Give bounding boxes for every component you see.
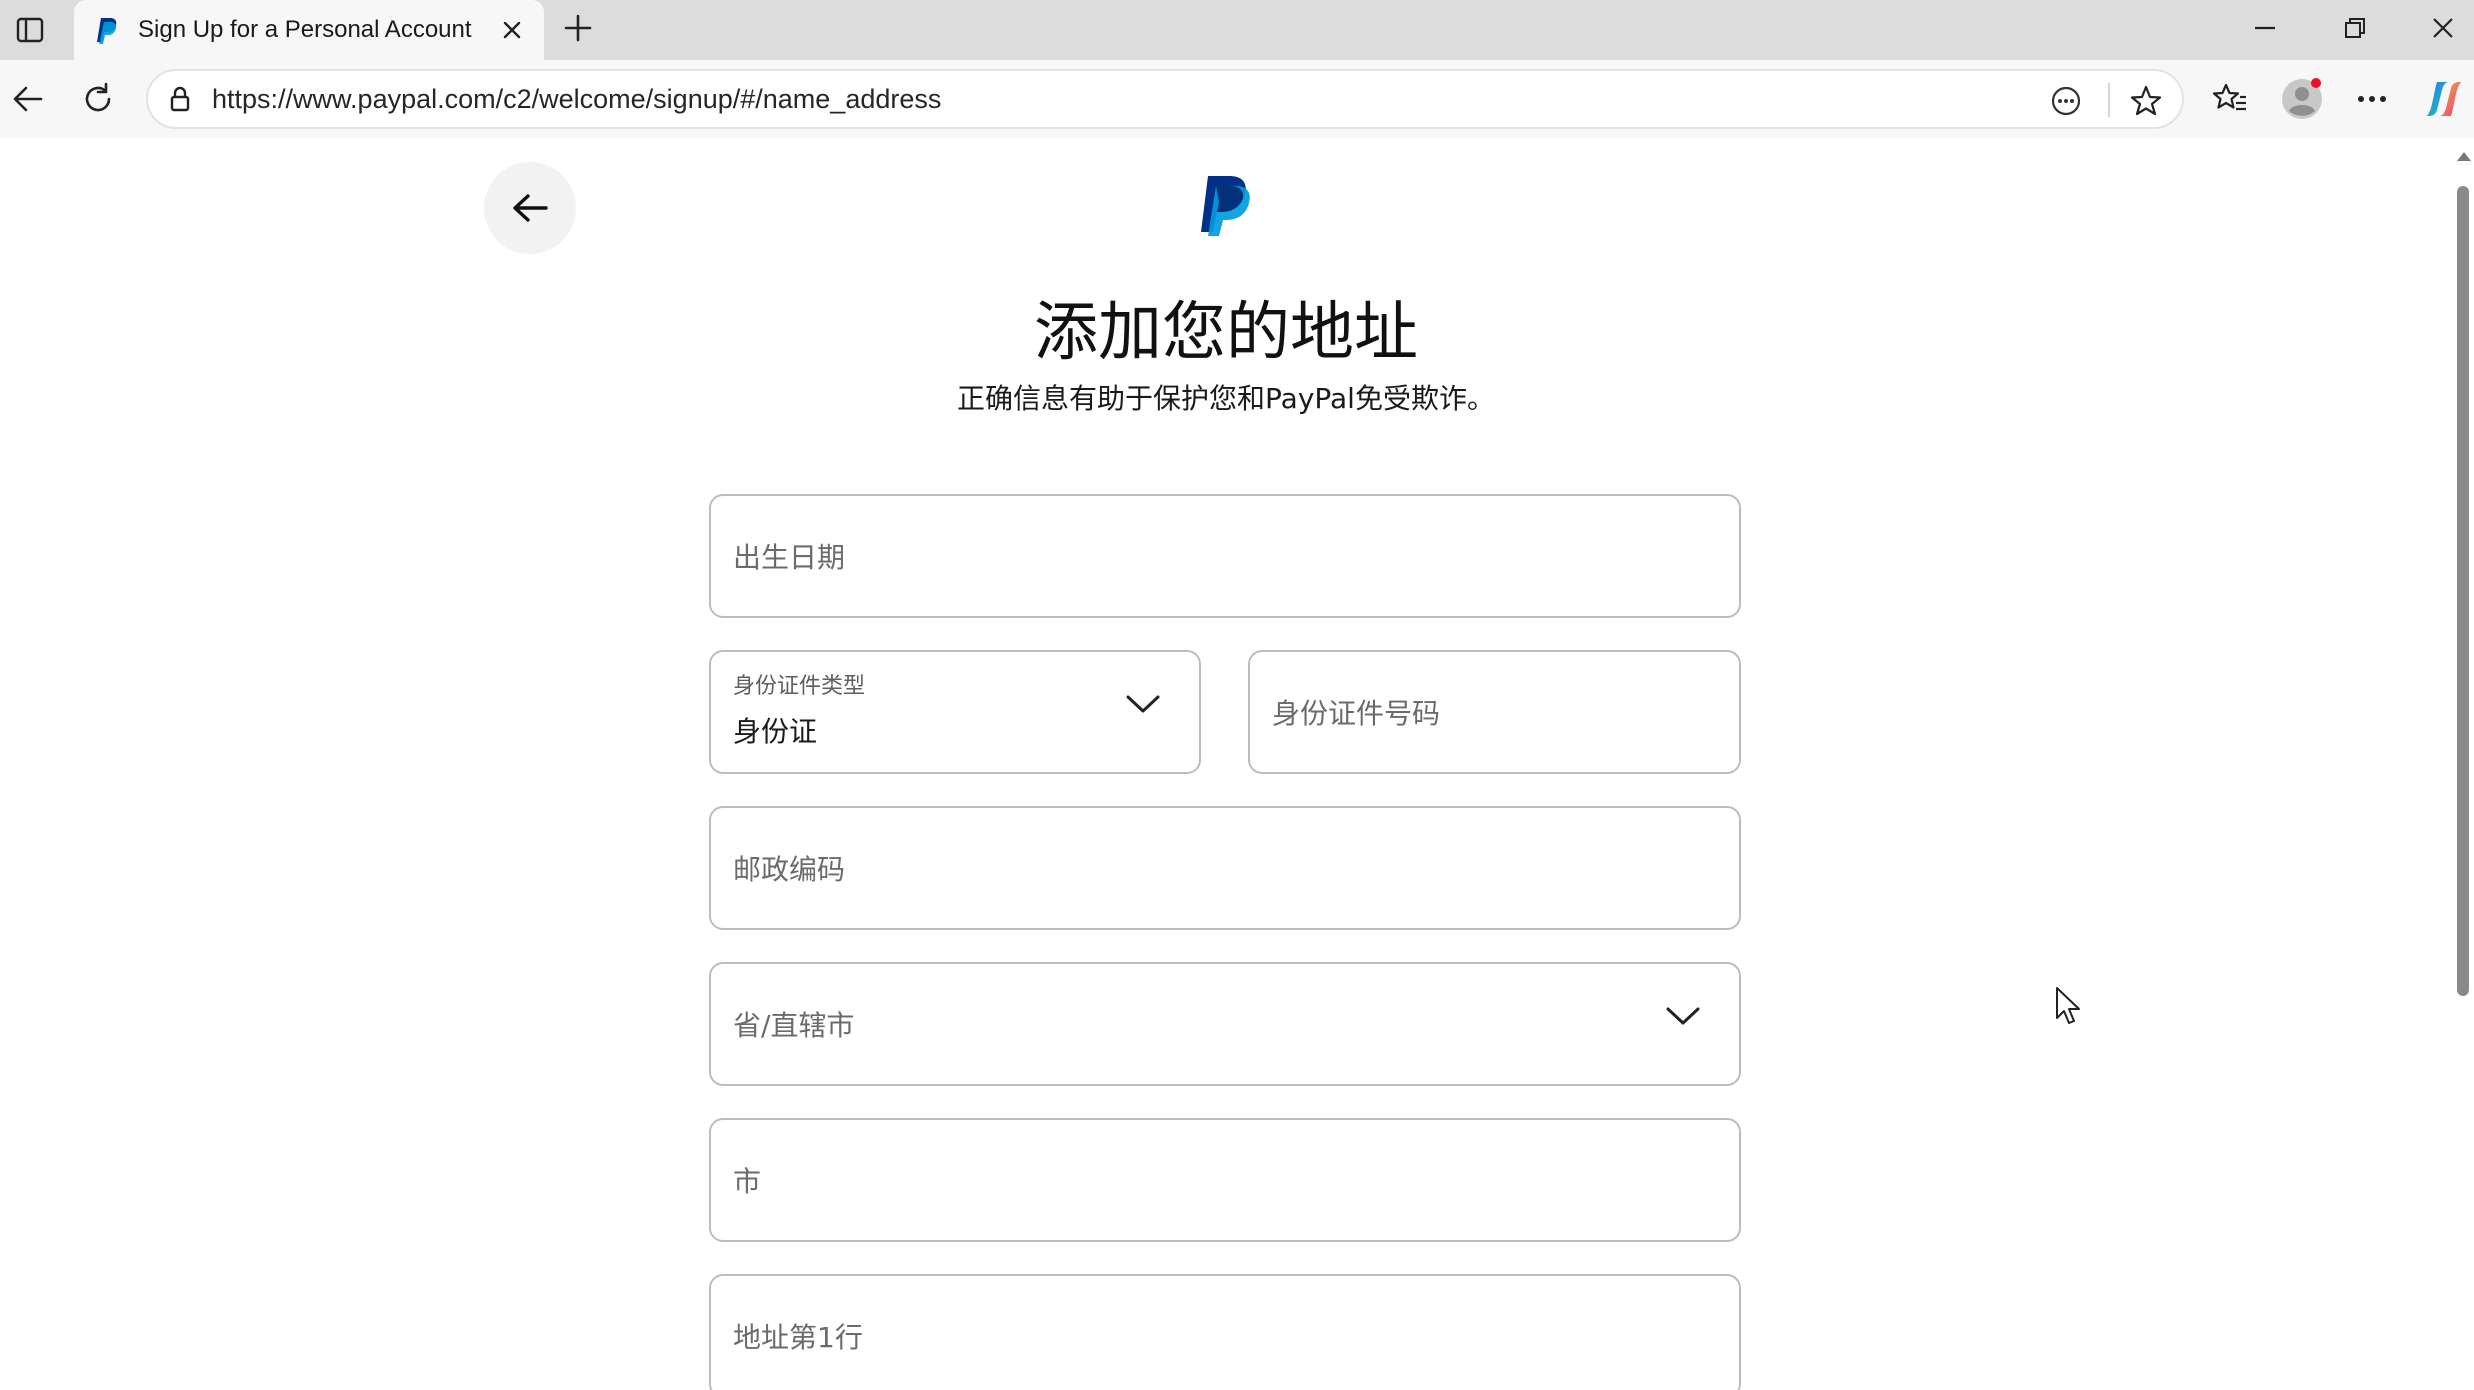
star-icon[interactable] <box>2124 79 2168 123</box>
chevron-down-icon <box>1666 1007 1700 1025</box>
page-content: 添加您的地址 正确信息有助于保护您和PayPal免受欺诈。 出生日期 身份证件类… <box>0 138 2452 1390</box>
back-icon[interactable] <box>0 71 56 127</box>
address-line1-label: 地址第1行 <box>733 1321 863 1354</box>
city-field[interactable]: 市 <box>709 1118 1741 1242</box>
address-line1-field[interactable]: 地址第1行 <box>709 1274 1741 1390</box>
paypal-logo <box>1201 176 1250 236</box>
minimize-icon[interactable] <box>2220 0 2310 56</box>
id-type-label: 身份证件类型 <box>733 674 866 699</box>
scroll-thumb[interactable] <box>2457 186 2469 996</box>
id-number-label: 身份证件号码 <box>1272 697 1441 730</box>
id-type-select[interactable]: 身份证件类型 身份证 <box>709 650 1201 774</box>
postal-code-field[interactable]: 邮政编码 <box>709 806 1741 930</box>
address-bar[interactable]: https://www.paypal.com/c2/welcome/signup… <box>146 69 2184 129</box>
window-close-icon[interactable] <box>2398 0 2474 56</box>
copilot-icon[interactable] <box>2416 71 2472 127</box>
id-type-value: 身份证 <box>733 715 818 748</box>
id-number-field[interactable]: 身份证件号码 <box>1248 650 1741 774</box>
more-icon[interactable] <box>2344 71 2400 127</box>
browser-window: Sign Up for a Personal Account | PayPal <box>0 0 2474 1390</box>
province-select[interactable]: 省/直辖市 <box>709 962 1741 1086</box>
browser-toolbar: https://www.paypal.com/c2/welcome/signup… <box>0 60 2474 138</box>
site-info-icon[interactable] <box>162 81 198 117</box>
new-tab-plus-icon[interactable] <box>556 6 600 50</box>
dob-field[interactable]: 出生日期 <box>709 494 1741 618</box>
tab-actions-icon[interactable] <box>8 8 52 52</box>
page-scrollbar[interactable] <box>2452 138 2474 1390</box>
refresh-icon[interactable] <box>70 71 126 127</box>
scroll-up-arrow-icon[interactable] <box>2457 152 2471 161</box>
active-tab[interactable]: Sign Up for a Personal Account | PayPal <box>74 0 544 60</box>
province-label: 省/直辖市 <box>733 1009 855 1042</box>
url-text[interactable]: https://www.paypal.com/c2/welcome/signup… <box>212 79 2012 119</box>
mouse-cursor-icon <box>2056 987 2080 1024</box>
postal-code-label: 邮政编码 <box>733 853 846 886</box>
back-arrow-icon <box>513 194 548 222</box>
profile-icon[interactable] <box>2274 71 2330 127</box>
close-icon[interactable] <box>492 10 532 50</box>
address-separator <box>2108 83 2110 117</box>
immersive-reader-icon[interactable] <box>2044 79 2088 123</box>
tab-strip: Sign Up for a Personal Account | PayPal <box>0 0 2474 60</box>
paypal-favicon <box>97 18 117 44</box>
dob-label: 出生日期 <box>733 541 846 574</box>
page-title: 添加您的地址 <box>1034 296 1418 370</box>
favorites-icon[interactable] <box>2202 71 2258 127</box>
back-button[interactable] <box>484 162 576 254</box>
city-label: 市 <box>733 1165 762 1198</box>
chevron-down-icon <box>1126 695 1160 713</box>
page-subtitle: 正确信息有助于保护您和PayPal免受欺诈。 <box>957 382 1495 415</box>
tab-title: Sign Up for a Personal Account | PayPal <box>138 16 478 43</box>
restore-icon[interactable] <box>2310 0 2400 56</box>
